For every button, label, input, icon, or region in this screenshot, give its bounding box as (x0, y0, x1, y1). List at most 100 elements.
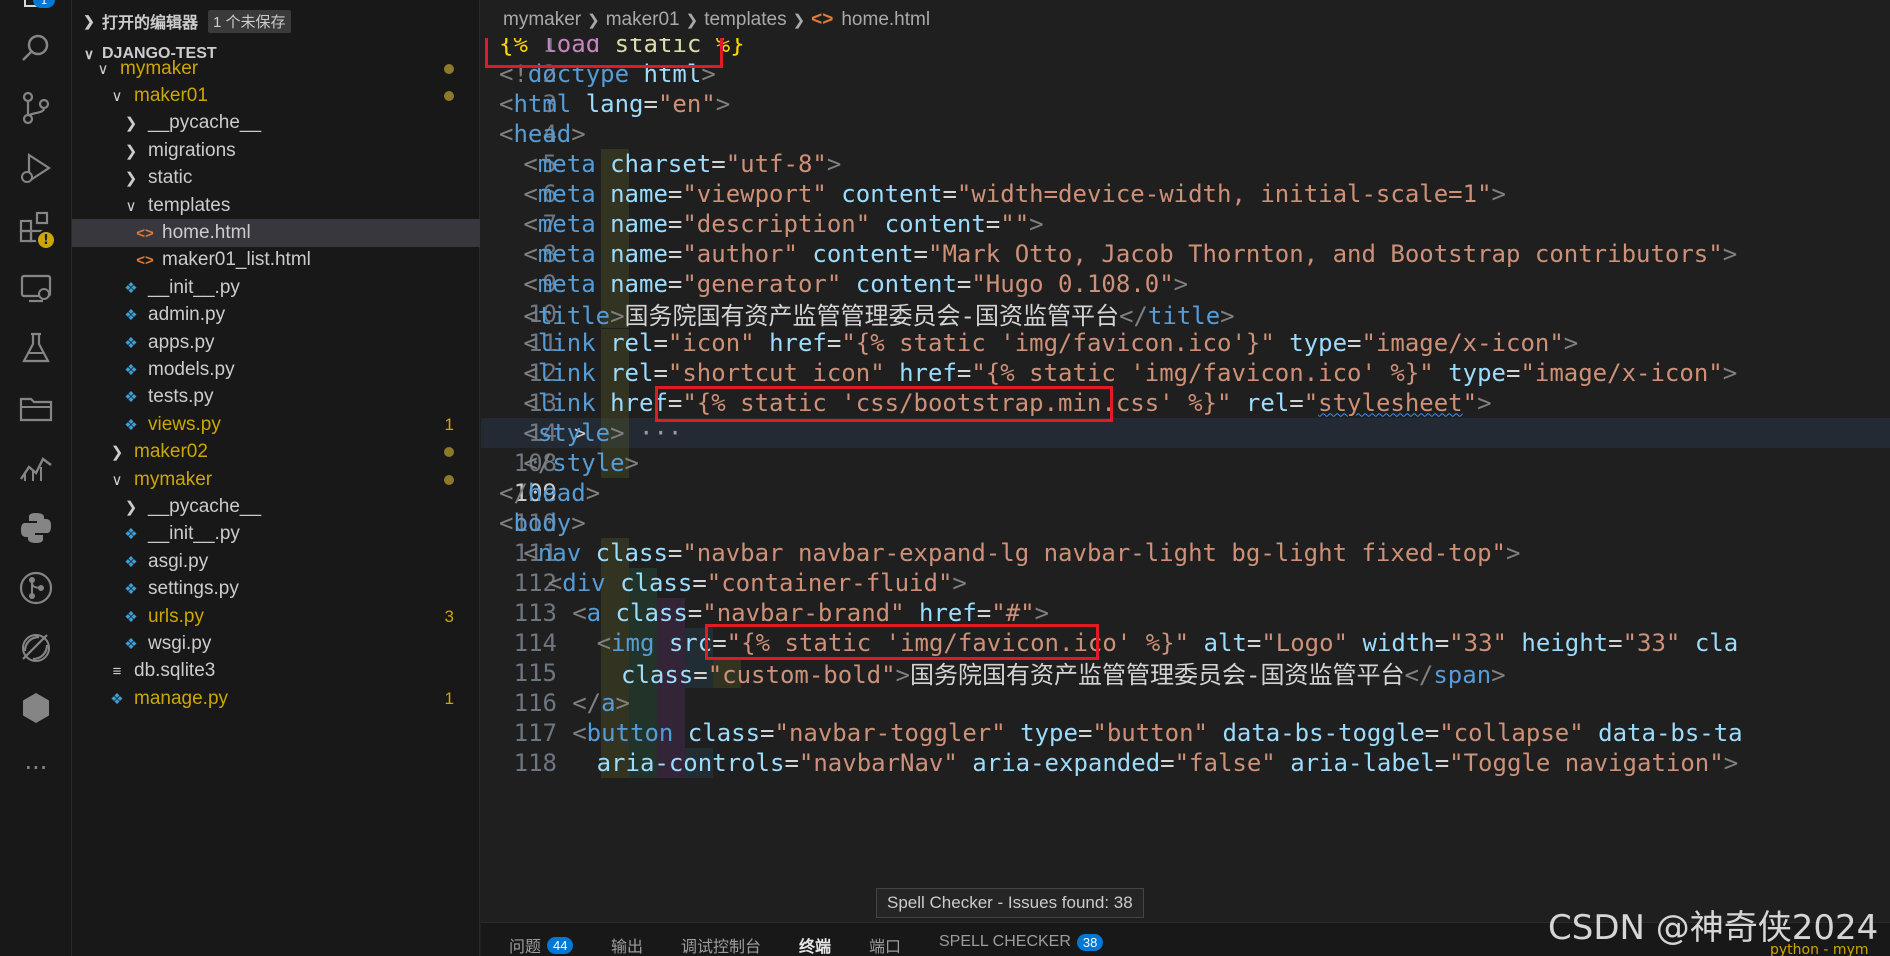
code-line[interactable]: 109 </head> (481, 478, 1890, 508)
tab-ports[interactable]: 端口 (869, 933, 901, 956)
code-line[interactable]: 5 <meta charset="utf-8"> (481, 148, 1890, 179)
hexagon-icon[interactable] (0, 678, 72, 738)
code-line[interactable]: 108 </style> (481, 448, 1890, 479)
file-row[interactable]: ❖ __init__.py (72, 274, 480, 301)
testing-icon[interactable] (0, 318, 72, 378)
file-row[interactable]: ❖ asgi.py (72, 548, 480, 575)
chevron-right-icon: ❯ (685, 12, 699, 29)
docker-icon[interactable] (0, 618, 72, 678)
file-row[interactable]: ❖ settings.py (72, 576, 480, 603)
folder-row[interactable]: ❯ __pycache__ (72, 493, 480, 520)
file-row[interactable]: ❖ manage.py 1 (72, 685, 480, 712)
tab-output[interactable]: 输出 (611, 933, 643, 956)
folder-row[interactable]: ❯ maker02 (72, 439, 480, 466)
code-token: content (884, 209, 986, 238)
code-line[interactable]: 14 > <style> ··· (481, 418, 1890, 449)
folder-row[interactable]: ∨ mymaker (72, 466, 480, 493)
file-row[interactable]: <> maker01_list.html (72, 247, 480, 274)
code-token: = (667, 239, 683, 268)
code-line[interactable]: 8 <meta name="author" content="Mark Otto,… (481, 238, 1890, 269)
code-token: = (1434, 748, 1450, 777)
file-row[interactable]: ❖ views.py 1 (72, 411, 480, 438)
tab-spell-checker[interactable]: SPELL CHECKER 38 (939, 933, 1104, 951)
extensions-icon[interactable]: ! (0, 198, 72, 258)
code-token: < (523, 209, 538, 238)
source-control-icon[interactable] (0, 78, 72, 138)
code-line[interactable]: 11 <link rel="icon" href="{% static 'img/… (481, 328, 1890, 359)
code-token: "33" (1449, 628, 1507, 657)
tree-item-label: urls.py (148, 605, 204, 627)
tab-debug-console[interactable]: 调试控制台 (681, 933, 761, 956)
folder-row[interactable]: ∨ templates (72, 192, 480, 219)
file-row[interactable]: ❖ tests.py (72, 384, 480, 411)
breadcrumb-item[interactable]: home.html (841, 9, 930, 31)
python-file-icon: ❖ (124, 362, 138, 380)
code-text: <meta name="author" content="Mark Otto, … (523, 240, 1737, 268)
git-graph-icon[interactable] (0, 558, 72, 618)
remote-explorer-icon[interactable] (0, 258, 72, 318)
folder-icon[interactable] (0, 378, 72, 438)
code-token: "{% static 'img/favicon.ico' %}" (971, 359, 1434, 388)
code-text: <meta name="description" content=""> (523, 210, 1043, 238)
more-icon[interactable]: ··· (0, 738, 72, 798)
breadcrumb-item[interactable]: templates (704, 9, 786, 31)
tree-item-label: manage.py (134, 687, 229, 709)
folder-row[interactable]: ❯ static (72, 165, 480, 192)
search-icon[interactable] (0, 18, 72, 78)
file-row[interactable]: ❖ apps.py (72, 329, 480, 356)
code-token: class (621, 661, 694, 690)
file-row[interactable]: ❖ urls.py 3 (72, 603, 480, 630)
code-line[interactable]: 10 <title>国务院国有资产监管管理委员会-国资监管平台</title> (481, 298, 1890, 330)
more-label: ··· (24, 754, 48, 782)
file-row[interactable]: <> home.html (72, 219, 480, 247)
tree-item-label: admin.py (148, 304, 226, 326)
code-line[interactable]: 118 aria-controls="navbarNav" aria-expand… (481, 747, 1890, 778)
code-line[interactable]: 112 <div class="container-fluid"> (481, 568, 1890, 599)
tab-label: 输出 (611, 939, 644, 956)
python-file-icon: ❖ (124, 608, 138, 626)
breadcrumb-item[interactable]: mymaker (503, 9, 581, 31)
code-line[interactable]: 115 class="custom-bold">国务院国有资产监管管理委员会-国资… (481, 657, 1890, 690)
code-line[interactable]: 7 <meta name="description" content=""> (481, 208, 1890, 239)
chart-icon[interactable] (0, 438, 72, 498)
code-line[interactable]: 4 <head> (481, 119, 1890, 149)
tab-terminal[interactable]: 终端 (799, 933, 831, 956)
code-line[interactable]: 111 <nav class="navbar navbar-expand-lg n… (481, 538, 1890, 569)
tree-item-label: asgi.py (148, 550, 209, 572)
folder-row[interactable]: ❯ __pycache__ (72, 110, 480, 137)
file-row[interactable]: ≡ db.sqlite3 (72, 658, 480, 685)
folder-row[interactable]: ❯ migrations (72, 137, 480, 164)
file-row[interactable]: ❖ admin.py (72, 302, 480, 329)
code-token: = (1505, 359, 1521, 388)
folder-row[interactable]: ∨ mymaker (72, 55, 480, 82)
run-debug-icon[interactable] (0, 138, 72, 198)
code-line[interactable]: 3 <html lang="en"> (481, 89, 1890, 119)
folder-row[interactable]: ∨ maker01 (72, 82, 480, 109)
tab-problems[interactable]: 问题 44 (509, 933, 574, 956)
code-line[interactable]: 12 <link rel="shortcut icon" href="{% sta… (481, 358, 1890, 389)
code-line[interactable]: 114 <img src="{% static 'img/favicon.ico'… (481, 628, 1890, 658)
code-line[interactable]: 117 <button class="navbar-toggler" type="… (481, 717, 1890, 748)
code-token: link (537, 389, 596, 418)
code-line[interactable]: 9 <meta name="generator" content="Hugo 0.… (481, 268, 1890, 299)
code-editor[interactable]: 1 {% load static %} 2 <!doctype html> 3 <html… (481, 38, 1890, 918)
file-row[interactable]: ❖ __init__.py (72, 521, 480, 548)
breadcrumb-item[interactable]: maker01 (606, 9, 680, 31)
code-token: style (552, 449, 625, 478)
chevron-right-icon: ❯ (792, 12, 806, 29)
code-token: = (687, 599, 703, 628)
code-line[interactable]: 110 <body> (481, 508, 1890, 538)
code-token: " (1303, 389, 1319, 418)
open-editors-section[interactable]: ❯ 打开的编辑器 1 个未保存 (72, 6, 480, 36)
code-line[interactable]: 116 </a> (481, 687, 1890, 718)
code-line[interactable]: 113 <a class="navbar-brand" href="#"> (481, 598, 1890, 628)
problems-badge: 44 (547, 936, 574, 954)
python-icon[interactable] (0, 498, 72, 558)
file-row[interactable]: ❖ wsgi.py (72, 630, 480, 657)
code-token: alt (1203, 628, 1247, 657)
highlight-box-load-static (485, 38, 723, 68)
code-line[interactable]: 6 <meta name="viewport" content="width=de… (481, 178, 1890, 209)
file-row[interactable]: ❖ models.py (72, 356, 480, 383)
